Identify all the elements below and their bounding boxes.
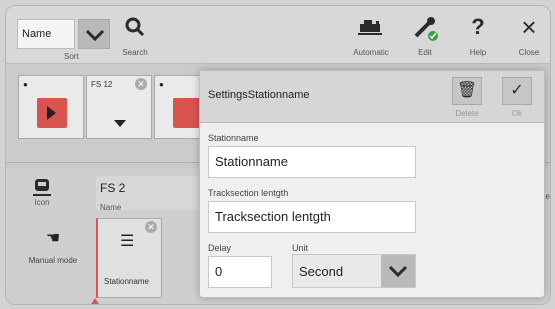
train-card[interactable]: ● [18,75,84,139]
automatic-label: Automatic [353,48,389,57]
icon-label: Icon [34,198,50,207]
delay-value: 0 [215,264,223,279]
delay-input[interactable]: 0 [208,256,272,288]
card-close-icon[interactable]: ✕ [135,78,147,90]
delete-label: Delete [455,109,479,118]
sort-select[interactable]: Name [17,19,75,49]
stationname-label: Stationname [208,133,259,143]
chevron-down-icon [85,29,105,42]
dialog-title: SettingsStationname [208,89,310,101]
manual-mode-label: Manual mode [28,256,78,265]
settings-station-dialog: SettingsStationname 🗑 Delete ✓ Ok Statio… [199,70,545,298]
unit-dropdown-button[interactable] [381,255,415,287]
train-name-value: FS 2 [100,181,126,195]
edit-label: Edit [418,48,432,57]
wrench-icon [414,17,438,41]
sort-dropdown-button[interactable] [78,19,110,49]
unit-value: Second [299,264,344,279]
sort-value: Name [22,28,52,40]
top-toolbar: Name Sort Search Automatic Edit ? Help ×… [6,6,550,64]
caret-down-icon [114,120,126,127]
close-label: Close [518,48,540,57]
help-label: Help [469,48,487,57]
delay-label: Delay [208,243,232,253]
locomotive-icon [358,20,382,35]
edit-button[interactable]: Edit [402,12,448,62]
card-indicator-icon: ● [23,80,28,89]
stationname-input[interactable]: Stationname [208,146,416,178]
ok-button[interactable]: ✓ Ok [498,77,536,119]
stationname-value: Stationname [215,154,288,169]
search-button[interactable]: Search [112,12,158,62]
station-tile[interactable]: ☰ ✕ Stationname [96,218,162,298]
station-icon: ☰ [120,233,135,250]
search-label: Search [122,48,148,57]
delete-button[interactable]: 🗑 Delete [448,77,486,119]
close-button[interactable]: × Close [506,12,550,62]
ok-label: Ok [511,109,523,118]
checkmark-icon: ✓ [502,77,532,105]
tracksection-label: Tracksection lentgth [208,188,289,198]
automatic-button[interactable]: Automatic [348,12,394,62]
search-icon [125,17,145,37]
train-front-icon [33,179,51,196]
tracksection-input[interactable]: Tracksection lentgth [208,201,416,233]
card-indicator-icon: ● [159,80,164,89]
station-label: Stationname [104,277,149,286]
train-name-label: Name [100,203,122,212]
help-button[interactable]: ? Help [455,12,501,62]
hand-pointer-icon: ☚ [45,230,61,247]
play-icon [47,106,56,120]
unit-select[interactable]: Second [292,254,416,288]
help-icon: ? [471,14,485,39]
position-marker-icon [90,298,100,304]
close-icon: × [521,12,537,42]
card-name: FS 12 [91,80,113,89]
icon-selector[interactable]: Icon [22,176,62,210]
unit-label: Unit [292,243,309,253]
manual-mode-button[interactable]: ☚ Manual mode [28,228,78,288]
app-frame: Name Sort Search Automatic Edit ? Help ×… [5,5,551,305]
train-card[interactable]: FS 12 ✕ [86,75,152,139]
station-close-icon[interactable]: ✕ [145,221,157,233]
app-screen: Name Sort Search Automatic Edit ? Help ×… [0,0,555,309]
chevron-down-icon [388,265,408,278]
tracksection-value: Tracksection lentgth [215,209,331,224]
train-name-field[interactable]: FS 2 Name [96,176,216,212]
dialog-header: SettingsStationname 🗑 Delete ✓ Ok [200,71,544,123]
sort-label: Sort [64,52,79,61]
trash-icon: 🗑 [452,77,482,105]
